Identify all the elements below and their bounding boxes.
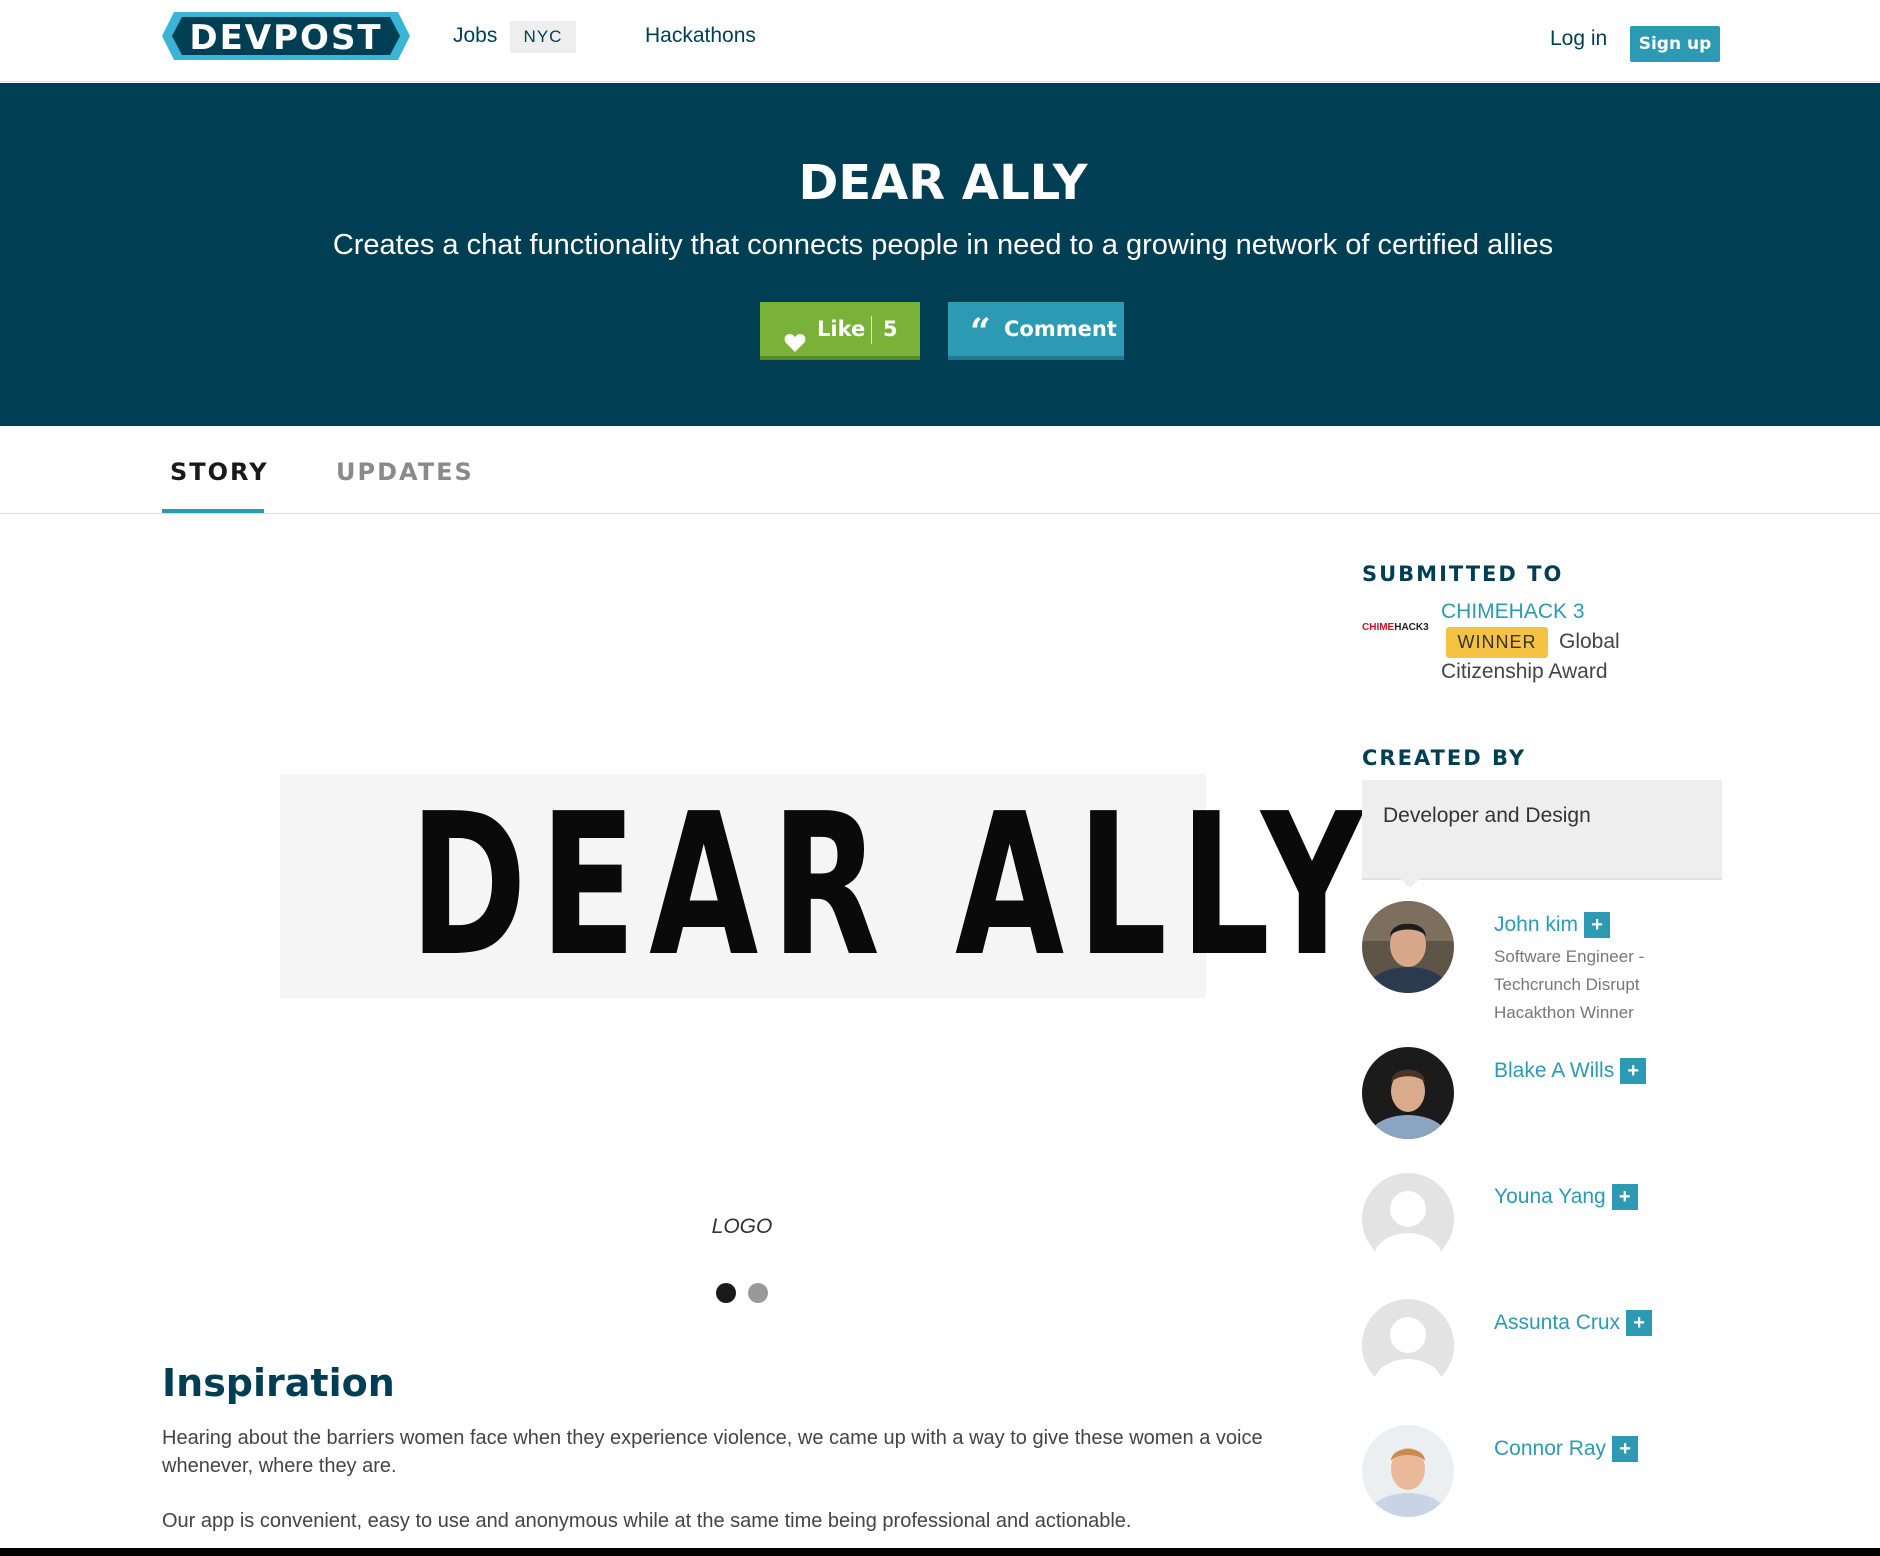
chimehack-logo-red: CHIME [1362, 622, 1395, 633]
follow-plus-icon[interactable]: + [1611, 1184, 1638, 1210]
hackathon-link[interactable]: CHIMEHACK 3 [1441, 600, 1585, 624]
avatar[interactable] [1362, 1047, 1454, 1139]
like-count: 5 [883, 317, 898, 341]
team-member: Connor Ray + [1362, 1425, 1722, 1535]
page: DEVPOST Jobs NYC Hackathons Log in Sign … [0, 0, 1880, 1548]
member-name-link[interactable]: Assunta Crux + [1494, 1310, 1653, 1336]
role-box-pointer [1400, 878, 1420, 888]
follow-plus-icon[interactable]: + [1620, 1058, 1647, 1084]
member-name: Assunta Crux [1494, 1311, 1621, 1334]
like-divider [871, 316, 872, 344]
logo-text: DEVPOST [189, 18, 382, 58]
chimehack-logo-black: HACK3 [1394, 622, 1429, 633]
project-tabs: STORY UPDATES [0, 426, 1880, 514]
team-member: Assunta Crux + [1362, 1299, 1722, 1409]
tab-story[interactable]: STORY [170, 458, 269, 486]
member-name: Connor Ray [1494, 1437, 1607, 1460]
like-button[interactable]: Like 5 [760, 302, 920, 360]
quote-icon: “ [970, 311, 991, 353]
award-name-line1: Global [1559, 630, 1620, 653]
comment-button[interactable]: “ Comment [948, 302, 1124, 360]
member-name-link[interactable]: Youna Yang + [1494, 1184, 1638, 1210]
member-name: Blake A Wills [1494, 1059, 1615, 1082]
avatar[interactable] [1362, 901, 1454, 993]
member-name-link[interactable]: John kim + [1494, 912, 1611, 938]
member-name: Youna Yang [1494, 1185, 1606, 1208]
inspiration-heading: Inspiration [162, 1361, 395, 1405]
story-paragraph: Our app is convenient, easy to use and a… [162, 1510, 1132, 1532]
submitted-to-heading: SUBMITTED TO [1362, 562, 1564, 586]
follow-plus-icon[interactable]: + [1584, 912, 1611, 938]
team-member: Blake A Wills + [1362, 1047, 1722, 1157]
jobs-location-badge[interactable]: NYC [510, 21, 576, 53]
team-member: John kim + Software Engineer - Techcrunch… [1362, 901, 1722, 1022]
active-tab-indicator [162, 509, 264, 513]
project-title: DEAR ALLY [798, 155, 1088, 211]
signup-button[interactable]: Sign up [1630, 26, 1720, 62]
nav-jobs-link[interactable]: Jobs [453, 24, 497, 48]
project-tagline: Creates a chat functionality that connec… [332, 229, 1554, 261]
nav-hackathons-link[interactable]: Hackathons [645, 24, 756, 48]
team-member: Youna Yang + [1362, 1173, 1722, 1283]
team-role-text: Developer and Design [1383, 804, 1591, 827]
gallery-image[interactable]: DEAR ALLY [280, 772, 1377, 1000]
project-hero: DEAR ALLY Creates a chat functionality t… [0, 83, 1880, 426]
award-name-line2: Citizenship Award [1441, 660, 1608, 683]
comment-label: Comment [1004, 317, 1117, 341]
avatar[interactable] [1362, 1425, 1454, 1517]
devpost-logo[interactable]: DEVPOST [162, 12, 410, 60]
tab-updates[interactable]: UPDATES [336, 458, 474, 486]
team-role-box: Developer and Design [1362, 780, 1722, 888]
top-nav: DEVPOST Jobs NYC Hackathons Log in Sign … [0, 0, 1880, 82]
heart-icon [784, 319, 806, 352]
gallery-dot-2[interactable] [748, 1283, 768, 1303]
story-paragraph: Hearing about the barriers women face wh… [162, 1427, 1263, 1477]
created-by-heading: CREATED BY [1362, 746, 1527, 770]
like-label: Like [817, 317, 866, 341]
member-name-link[interactable]: Blake A Wills + [1494, 1058, 1647, 1084]
login-link[interactable]: Log in [1550, 27, 1607, 51]
follow-plus-icon[interactable]: + [1626, 1310, 1653, 1336]
chimehack-logo[interactable]: CHIMEHACK3 [1362, 622, 1429, 633]
follow-plus-icon[interactable]: + [1612, 1436, 1639, 1462]
member-name: John kim [1494, 913, 1579, 936]
member-name-link[interactable]: Connor Ray + [1494, 1436, 1639, 1462]
member-bio: Software Engineer - Techcrunch Disrupt H… [1494, 947, 1645, 1022]
gallery-logo-text: DEAR ALLY [409, 772, 1377, 1000]
winner-badge: WINNER [1446, 627, 1548, 658]
gallery-dot-1[interactable] [716, 1283, 736, 1303]
default-user-icon[interactable] [1362, 1173, 1454, 1265]
gallery-caption: LOGO [711, 1215, 773, 1238]
default-user-icon[interactable] [1362, 1299, 1454, 1391]
